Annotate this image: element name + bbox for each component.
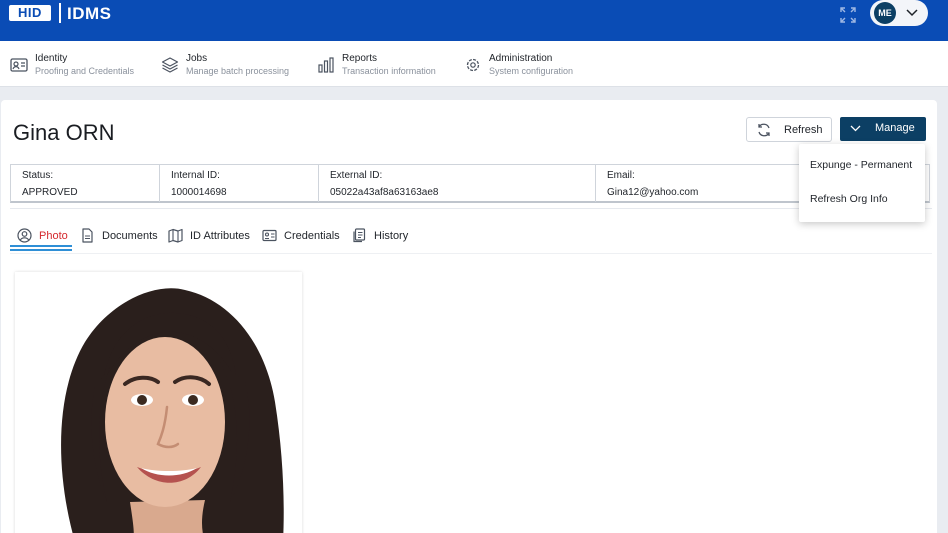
external-id-cell: External ID: 05022a43af8a63163ae8 [319, 165, 596, 202]
identity-summary-table: Status: APPROVED Internal ID: 1000014698… [10, 164, 930, 203]
refresh-label: Refresh [784, 124, 823, 136]
nav-title: Identity [35, 53, 68, 64]
id-card-icon [262, 229, 277, 242]
active-tab-indicator [10, 245, 72, 251]
map-icon [168, 228, 183, 243]
user-menu[interactable]: ME [870, 0, 928, 26]
tab-id-attributes[interactable]: ID Attributes [168, 228, 256, 248]
tab-label: Credentials [284, 230, 340, 242]
nav-title: Jobs [186, 53, 208, 64]
nav-title: Reports [342, 53, 378, 64]
bar-chart-icon [318, 57, 334, 73]
tab-label: Photo [39, 230, 68, 242]
internal-id-label: Internal ID: [171, 170, 220, 181]
refresh-icon [758, 123, 770, 137]
manage-button[interactable]: Manage [840, 117, 926, 141]
main-nav: Identity Proofing and Credentials Jobs M… [0, 41, 948, 87]
nav-subtitle: Transaction information [342, 66, 436, 76]
tab-label: History [374, 230, 409, 242]
top-bar: HID IDMS ME [0, 0, 948, 41]
avatar[interactable]: ME [874, 2, 896, 24]
layers-icon [161, 57, 179, 73]
chevron-down-icon[interactable] [906, 8, 918, 18]
identity-photo [15, 272, 302, 533]
external-id-label: External ID: [330, 170, 383, 181]
id-card-icon [10, 58, 28, 72]
chevron-down-icon [850, 125, 861, 132]
email-value: Gina12@yahoo.com [607, 187, 699, 198]
portrait-image [15, 272, 302, 533]
status-cell: Status: APPROVED [11, 165, 160, 202]
nav-item-administration[interactable]: Administration System configuration [464, 51, 604, 81]
menu-item-expunge[interactable]: Expunge - Permanent [810, 159, 912, 171]
nav-item-reports[interactable]: Reports Transaction information [317, 51, 457, 81]
fullscreen-icon[interactable] [840, 7, 856, 23]
logo-divider [59, 3, 61, 23]
hid-logo: HID [9, 5, 51, 21]
page-title: Gina ORN [13, 120, 115, 145]
tab-documents[interactable]: Documents [80, 228, 162, 248]
nav-item-identity[interactable]: Identity Proofing and Credentials [10, 51, 150, 81]
app-name: IDMS [67, 4, 112, 23]
tab-credentials[interactable]: Credentials [262, 228, 344, 248]
history-icon [353, 228, 366, 243]
status-label: Status: [22, 170, 54, 181]
user-circle-icon [17, 228, 32, 243]
gear-icon [466, 58, 480, 72]
document-icon [82, 228, 93, 243]
email-label: Email: [607, 170, 635, 181]
nav-subtitle: Proofing and Credentials [35, 66, 135, 76]
manage-label: Manage [875, 122, 915, 134]
internal-id-value: 1000014698 [171, 187, 227, 198]
status-value: APPROVED [22, 187, 78, 198]
nav-subtitle: System configuration [489, 66, 574, 76]
internal-id-cell: Internal ID: 1000014698 [160, 165, 319, 202]
tab-label: ID Attributes [190, 230, 250, 242]
tab-history[interactable]: History [352, 228, 412, 248]
refresh-button[interactable]: Refresh [746, 117, 832, 142]
divider [10, 208, 932, 209]
external-id-value: 05022a43af8a63163ae8 [330, 187, 439, 198]
nav-item-jobs[interactable]: Jobs Manage batch processing [161, 51, 301, 81]
menu-item-refresh-org-info[interactable]: Refresh Org Info [810, 193, 888, 205]
identity-detail-card: Gina ORN Refresh Manage Status: APPROVED… [1, 100, 937, 533]
nav-subtitle: Manage batch processing [186, 66, 290, 76]
tabs-divider [10, 253, 932, 254]
manage-dropdown-menu: Expunge - Permanent Refresh Org Info [799, 144, 925, 222]
tab-label: Documents [102, 230, 158, 242]
nav-title: Administration [489, 53, 553, 64]
